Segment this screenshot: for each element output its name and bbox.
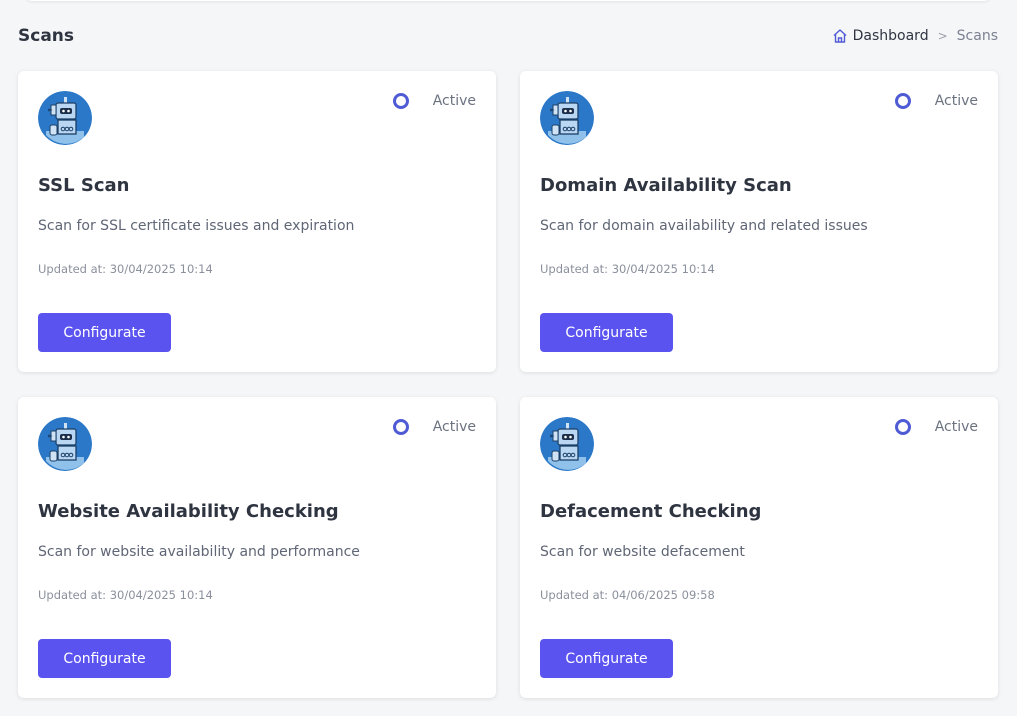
robot-avatar-icon bbox=[540, 91, 594, 145]
breadcrumb-dashboard-link[interactable]: Dashboard bbox=[832, 28, 929, 44]
status-ring-icon bbox=[894, 93, 911, 109]
card-description: Scan for domain availability and related… bbox=[540, 218, 868, 234]
card-updated-at: Updated at: 30/04/2025 10:14 bbox=[540, 262, 715, 276]
robot-avatar-icon bbox=[540, 417, 594, 471]
card-updated-at: Updated at: 30/04/2025 10:14 bbox=[38, 262, 213, 276]
configurate-button[interactable]: Configurate bbox=[38, 313, 171, 352]
card-title: Website Availability Checking bbox=[38, 501, 339, 522]
status-text: Active bbox=[432, 419, 476, 435]
card-description: Scan for SSL certificate issues and expi… bbox=[38, 218, 355, 234]
home-icon bbox=[833, 29, 847, 43]
scan-card: Active Domain Availability Scan Scan for… bbox=[520, 71, 998, 372]
status-text: Active bbox=[934, 93, 978, 109]
breadcrumb-separator: > bbox=[937, 29, 948, 43]
scan-card: Active Website Availability Checking Sca… bbox=[18, 397, 496, 698]
scan-card-grid: Active SSL Scan Scan for SSL certificate… bbox=[18, 71, 998, 698]
card-title: Domain Availability Scan bbox=[540, 175, 792, 196]
configurate-button[interactable]: Configurate bbox=[540, 639, 673, 678]
card-title: SSL Scan bbox=[38, 175, 130, 196]
top-panel-edge bbox=[26, 0, 990, 1]
robot-avatar-icon bbox=[38, 417, 92, 471]
breadcrumb-current: Scans bbox=[956, 28, 998, 44]
breadcrumb: Dashboard > Scans bbox=[832, 28, 998, 44]
card-title: Defacement Checking bbox=[540, 501, 762, 522]
status-indicator: Active bbox=[392, 419, 476, 435]
card-updated-at: Updated at: 04/06/2025 09:58 bbox=[540, 588, 715, 602]
status-text: Active bbox=[934, 419, 978, 435]
configurate-button[interactable]: Configurate bbox=[540, 313, 673, 352]
card-description: Scan for website defacement bbox=[540, 544, 745, 560]
status-text: Active bbox=[432, 93, 476, 109]
scan-card: Active SSL Scan Scan for SSL certificate… bbox=[18, 71, 496, 372]
status-indicator: Active bbox=[392, 93, 476, 109]
card-description: Scan for website availability and perfor… bbox=[38, 544, 360, 560]
configurate-button[interactable]: Configurate bbox=[38, 639, 171, 678]
page-header: Scans Dashboard > Scans bbox=[18, 24, 998, 48]
status-ring-icon bbox=[392, 419, 409, 435]
page-title: Scans bbox=[18, 26, 75, 46]
status-indicator: Active bbox=[894, 93, 978, 109]
robot-avatar-icon bbox=[38, 91, 92, 145]
scan-card: Active Defacement Checking Scan for webs… bbox=[520, 397, 998, 698]
card-updated-at: Updated at: 30/04/2025 10:14 bbox=[38, 588, 213, 602]
status-ring-icon bbox=[894, 419, 911, 435]
breadcrumb-dashboard-label: Dashboard bbox=[852, 28, 929, 44]
status-ring-icon bbox=[392, 93, 409, 109]
status-indicator: Active bbox=[894, 419, 978, 435]
